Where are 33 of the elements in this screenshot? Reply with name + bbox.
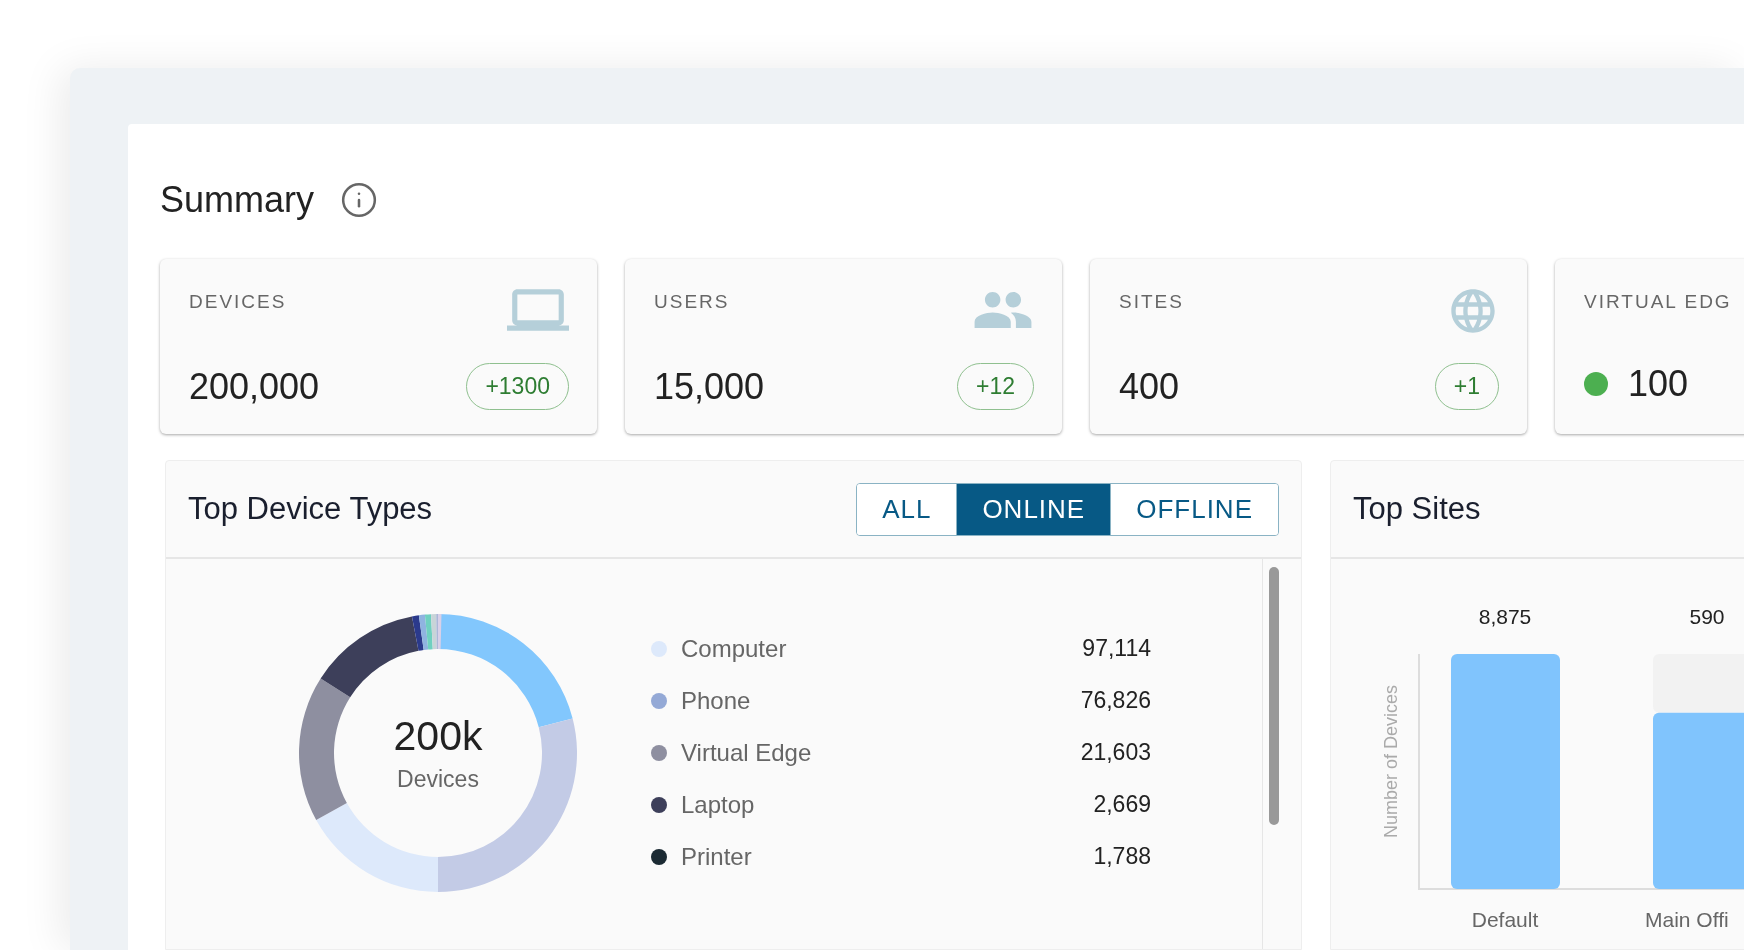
card-value: 100 — [1628, 363, 1689, 405]
legend-value: 97,114 — [1081, 635, 1151, 662]
legend-value: 21,603 — [1079, 739, 1151, 766]
legend-label: Printer — [681, 842, 753, 871]
info-icon[interactable] — [340, 180, 379, 219]
legend-value: 76,826 — [1079, 687, 1151, 714]
category-label: Main Offi — [1645, 908, 1729, 931]
filter-tab[interactable]: OFFLINE — [1110, 483, 1278, 535]
filter-tab[interactable]: ALL — [857, 483, 957, 535]
legend-label: Virtual Edge — [681, 738, 813, 767]
category-label: Default — [1471, 908, 1539, 931]
panel-title: Top Sites — [1353, 491, 1481, 527]
summary-title: Summary — [160, 178, 315, 221]
card-value: 400 — [1119, 365, 1180, 408]
card-label: VIRTUAL EDG — [1584, 291, 1732, 313]
card-label: USERS — [654, 291, 730, 313]
donut-total: 200k — [393, 713, 483, 760]
legend-label: Phone — [681, 686, 752, 715]
donut-caption: Devices — [397, 766, 479, 793]
panel-title: Top Device Types — [188, 491, 433, 527]
card-value: 15,000 — [654, 365, 765, 408]
card-value: 200,000 — [189, 365, 320, 408]
card-label: DEVICES — [189, 291, 287, 313]
filter-tab[interactable]: ONLINE — [956, 483, 1111, 535]
bar-value: 590 — [1689, 605, 1725, 628]
bar-value: 8,875 — [1478, 605, 1532, 628]
legend-label: Computer — [681, 634, 788, 663]
axis-title: Number of Devices — [1381, 684, 1401, 839]
scrollbar[interactable] — [1269, 567, 1279, 825]
legend-label: Laptop — [681, 790, 756, 819]
legend-value: 1,788 — [1092, 843, 1151, 870]
card-label: SITES — [1119, 291, 1184, 313]
legend-value: 2,669 — [1092, 791, 1151, 818]
